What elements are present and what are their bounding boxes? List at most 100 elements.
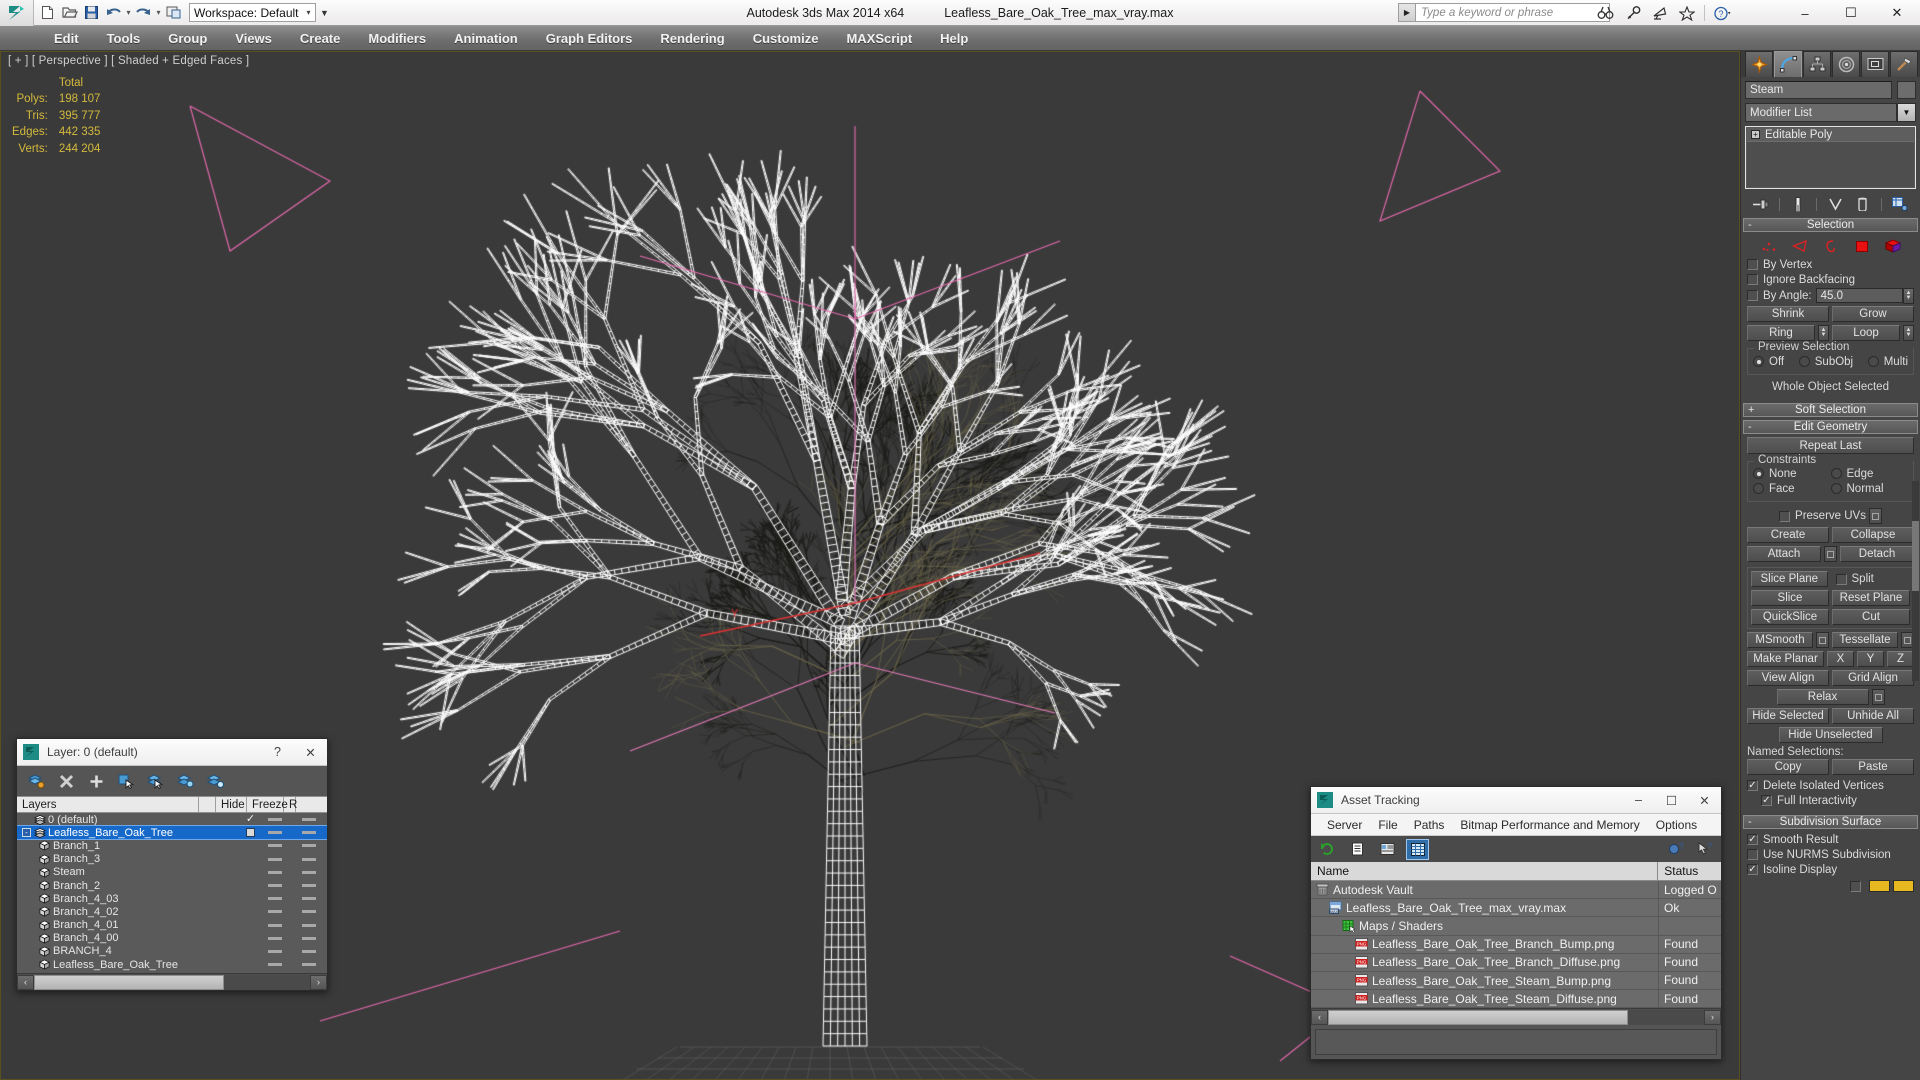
remove-modifier-icon[interactable] (1854, 195, 1872, 213)
split-checkbox[interactable]: Split (1831, 572, 1911, 587)
search-box[interactable]: ▶ Type a keyword or phrase (1398, 3, 1610, 22)
create-button[interactable]: Create (1747, 527, 1829, 543)
hide-unhide-layers-icon[interactable] (206, 771, 226, 791)
constraint-edge-radio[interactable]: Edge (1830, 466, 1909, 481)
preview-subobj-radio[interactable]: SubObj (1798, 354, 1853, 369)
asset-scroll-left-button[interactable]: ‹ (1311, 1009, 1328, 1025)
layer-freeze-cell[interactable] (290, 897, 327, 901)
detach-button[interactable]: Detach (1840, 546, 1914, 562)
asset-tracking-horizontal-scrollbar[interactable]: ‹ › (1311, 1008, 1721, 1026)
save-file-icon[interactable] (81, 2, 102, 24)
checkbox-box[interactable] (1747, 290, 1758, 301)
collapse-minus-icon[interactable]: - (22, 828, 31, 838)
layer-hide-cell[interactable] (259, 923, 290, 927)
show-end-result-icon[interactable] (1789, 195, 1807, 213)
layer-row[interactable]: Branch_1 (17, 839, 327, 852)
new-file-icon[interactable] (37, 2, 58, 24)
radio-dot[interactable] (1867, 356, 1879, 367)
workspace-selector[interactable]: Workspace: Default ▾ (189, 3, 316, 22)
layer-freeze-cell[interactable] (290, 844, 327, 848)
smooth-result-checkbox[interactable]: Smooth Result (1747, 832, 1914, 847)
isoline-display-checkbox[interactable]: Isoline Display (1747, 862, 1914, 877)
asset-column-name[interactable]: Name (1311, 862, 1657, 880)
asset-row[interactable]: MAX Leafless_Bare_Oak_Tree_max_vray.max Ok (1311, 898, 1721, 918)
help-question-icon[interactable]: ? (1710, 2, 1735, 24)
view-align-button[interactable]: View Align (1747, 670, 1829, 686)
asset-tracking-title-bar[interactable]: Asset Tracking – ☐ ✕ (1311, 787, 1721, 814)
layer-hide-cell[interactable] (259, 910, 290, 914)
checkbox-box[interactable] (1747, 259, 1758, 270)
asset-tracking-list[interactable]: Autodesk Vault Logged O MAX Leafless_Bare_O… (1311, 880, 1721, 1009)
layer-hide-cell[interactable] (259, 831, 290, 835)
asset-row-name[interactable]: PNG Leafless_Bare_Oak_Tree_Branch_Bump.pn… (1311, 937, 1658, 951)
layer-dialog-title-bar[interactable]: Layer: 0 (default) ? ✕ (17, 739, 327, 766)
add-selected-objects-icon[interactable] (86, 771, 106, 791)
asset-row[interactable]: PNG Leafless_Bare_Oak_Tree_Branch_Bump.pn… (1311, 935, 1721, 954)
preview-off-radio[interactable]: Off (1753, 354, 1784, 369)
radio-dot[interactable] (1798, 356, 1810, 367)
key-icon[interactable] (1620, 2, 1645, 24)
configure-modifier-sets-icon[interactable] (1891, 195, 1909, 213)
asset-tracking-maximize-button[interactable]: ☐ (1655, 787, 1688, 813)
layer-row-name[interactable]: Branch_3 (17, 853, 242, 865)
layer-row-name[interactable]: Leafless_Bare_Oak_Tree (17, 959, 242, 971)
layer-scroll-right-button[interactable]: › (310, 974, 327, 990)
layer-row[interactable]: Leafless_Bare_Oak_Tree (17, 958, 327, 971)
loop-spinner[interactable]: ▲ ▼ (1903, 325, 1914, 341)
repeat-last-button[interactable]: Repeat Last (1747, 437, 1914, 454)
layer-column-r[interactable]: R (284, 797, 297, 812)
menu-item-maxscript[interactable]: MAXScript (832, 26, 926, 51)
grow-button[interactable]: Grow (1832, 306, 1914, 322)
app-logo-icon[interactable] (0, 0, 34, 26)
asset-row[interactable]: PNG Leafless_Bare_Oak_Tree_Branch_Diffuse… (1311, 953, 1721, 972)
hide-selected-button[interactable]: Hide Selected (1747, 708, 1829, 724)
make-planar-y-button[interactable]: Y (1857, 651, 1884, 667)
asset-row-name[interactable]: MAX Leafless_Bare_Oak_Tree_max_vray.max (1311, 901, 1658, 915)
layer-freeze-cell[interactable] (290, 884, 327, 888)
layer-row[interactable]: Branch_4_02 (17, 905, 327, 918)
modifier-list-dropdown[interactable]: Modifier List ▼ (1745, 103, 1916, 122)
asset-menu-options[interactable]: Options (1648, 814, 1705, 836)
layer-scroll-track[interactable] (34, 974, 310, 990)
asset-column-status[interactable]: Status (1657, 862, 1721, 880)
hide-unselected-button[interactable]: Hide Unselected (1778, 727, 1883, 743)
constraint-none-radio[interactable]: None (1753, 466, 1831, 481)
redo-dropdown-arrow-icon[interactable]: ▾ (155, 2, 162, 24)
object-name-input[interactable]: Steam (1745, 81, 1892, 99)
highlight-layer-objects-icon[interactable] (176, 771, 196, 791)
use-nurms-checkbox[interactable]: Use NURMS Subdivision (1747, 847, 1914, 862)
layer-row[interactable]: - Leafless_Bare_Oak_Tree (17, 825, 327, 841)
highlight-selected-objects-icon[interactable] (146, 771, 166, 791)
asset-scroll-track[interactable] (1328, 1009, 1704, 1025)
modifier-stack[interactable]: + Editable Poly (1745, 126, 1916, 189)
layer-row-name[interactable]: Steam (17, 866, 242, 878)
checkbox-box[interactable] (1835, 573, 1847, 585)
delete-isolated-vertices-checkbox[interactable]: Delete Isolated Vertices (1747, 778, 1914, 793)
satellite-dish-icon[interactable] (1647, 2, 1672, 24)
paste-button[interactable]: Paste (1832, 759, 1914, 775)
layer-row-name[interactable]: Branch_4_02 (17, 906, 242, 918)
object-color-swatch[interactable] (1897, 81, 1916, 99)
search-input[interactable]: Type a keyword or phrase (1415, 3, 1610, 22)
layer-freeze-cell[interactable] (290, 923, 327, 927)
soft-selection-rollout-header[interactable]: + Soft Selection (1743, 403, 1918, 417)
list-view-icon[interactable] (1347, 840, 1368, 859)
asset-menu-server[interactable]: Server (1319, 814, 1370, 836)
ignore-backfacing-checkbox[interactable]: Ignore Backfacing (1747, 272, 1914, 287)
relax-settings-button[interactable] (1871, 689, 1885, 705)
display-color-swatch-1[interactable] (1869, 880, 1890, 892)
checkbox-box[interactable] (1850, 880, 1861, 892)
layer-hide-cell[interactable] (259, 857, 290, 861)
layer-row-name[interactable]: - Leafless_Bare_Oak_Tree (17, 827, 242, 839)
asset-menu-paths[interactable]: Paths (1406, 814, 1453, 836)
chevron-down-icon[interactable]: ▼ (1897, 103, 1916, 122)
layer-column-hide[interactable]: Hide (216, 797, 247, 812)
asset-menu-file[interactable]: File (1370, 814, 1405, 836)
delete-highlighted-layers-icon[interactable] (56, 771, 76, 791)
checkbox-box[interactable] (1761, 795, 1772, 806)
menu-item-customize[interactable]: Customize (739, 26, 833, 51)
layer-row[interactable]: Branch_3 (17, 853, 327, 866)
table-view-icon[interactable] (1406, 838, 1429, 860)
constraint-face-radio[interactable]: Face (1753, 481, 1831, 496)
refresh-icon[interactable] (1317, 840, 1338, 859)
